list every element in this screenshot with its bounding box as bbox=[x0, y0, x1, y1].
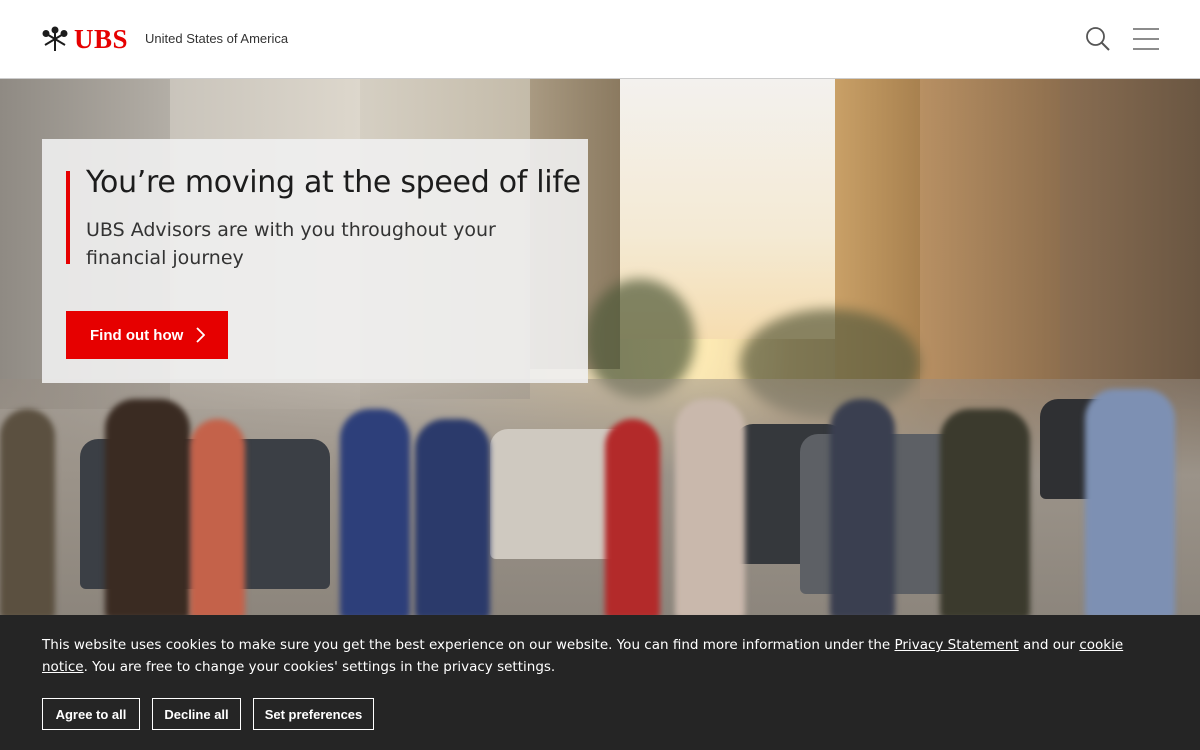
ubs-logo[interactable]: UBS bbox=[41, 24, 128, 54]
cta-label: Find out how bbox=[90, 326, 184, 344]
chevron-right-icon bbox=[196, 327, 206, 343]
accent-bar bbox=[66, 171, 70, 264]
menu-button[interactable] bbox=[1133, 27, 1159, 51]
cookie-banner: This website uses cookies to make sure y… bbox=[0, 615, 1200, 750]
find-out-how-button[interactable]: Find out how bbox=[66, 311, 228, 359]
decline-all-button[interactable]: Decline all bbox=[152, 698, 241, 730]
set-preferences-button[interactable]: Set preferences bbox=[253, 698, 374, 730]
hero-subtitle: UBS Advisors are with you throughout you… bbox=[86, 219, 496, 269]
hero-promo-card: You’re moving at the speed of life UBS A… bbox=[42, 139, 588, 383]
hero-title: You’re moving at the speed of life bbox=[86, 165, 581, 200]
cookie-message: This website uses cookies to make sure y… bbox=[42, 637, 1124, 675]
search-button[interactable] bbox=[1085, 26, 1111, 52]
logo-wordmark: UBS bbox=[74, 24, 129, 54]
agree-to-all-button[interactable]: Agree to all bbox=[42, 698, 140, 730]
hero-banner: You’re moving at the speed of life UBS A… bbox=[0, 79, 1200, 615]
keys-icon bbox=[42, 26, 68, 51]
hamburger-menu-icon bbox=[1133, 28, 1159, 50]
region-label[interactable]: United States of America bbox=[145, 31, 288, 46]
privacy-statement-link[interactable]: Privacy Statement bbox=[895, 637, 1019, 653]
site-header: UBS United States of America bbox=[0, 0, 1200, 79]
search-icon bbox=[1086, 27, 1110, 51]
